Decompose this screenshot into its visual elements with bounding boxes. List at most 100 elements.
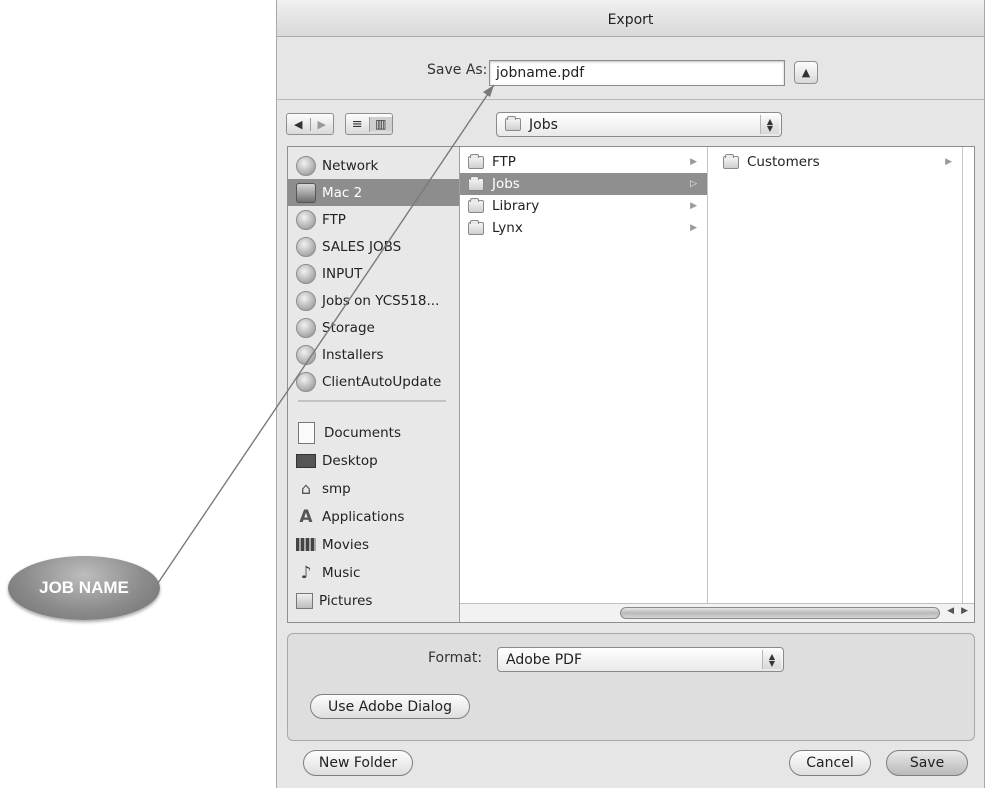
sidebar-item-label: Network bbox=[322, 157, 379, 174]
sidebar-item-sales-jobs[interactable]: SALES JOBS bbox=[288, 233, 459, 260]
list-item-label: Customers bbox=[747, 154, 820, 170]
sidebar-item-movies[interactable]: Movies bbox=[288, 531, 459, 558]
popup-stepper-icon: ▲ ▼ bbox=[760, 115, 779, 134]
sidebar-item-label: Desktop bbox=[322, 452, 378, 469]
export-dialog: Export Save As: jobname.pdf ▲ ◀ ▶ ≡ ▥ Jo… bbox=[276, 0, 985, 788]
pictures-icon bbox=[296, 592, 313, 609]
sidebar-item-pictures[interactable]: Pictures bbox=[288, 587, 459, 614]
folder-icon bbox=[468, 153, 484, 169]
sidebar-item-storage[interactable]: Storage bbox=[288, 314, 459, 341]
back-arrow-icon[interactable]: ◀ bbox=[287, 117, 311, 131]
server-globe-icon bbox=[296, 317, 316, 338]
list-item[interactable]: FTP ▶ bbox=[460, 151, 707, 173]
job-name-callout: JOB NAME bbox=[8, 556, 160, 620]
sidebar-item-label: INPUT bbox=[322, 265, 363, 282]
server-globe-icon bbox=[296, 344, 316, 365]
triangle-up-icon: ▲ bbox=[801, 66, 811, 79]
documents-icon bbox=[298, 421, 315, 444]
disclosure-arrow-icon: ▷ bbox=[690, 179, 697, 189]
sidebar-item-input[interactable]: INPUT bbox=[288, 260, 459, 287]
sidebar-item-label: Storage bbox=[322, 319, 375, 336]
separator bbox=[277, 99, 984, 100]
format-popup[interactable]: Adobe PDF ▲ ▼ bbox=[497, 647, 784, 672]
sidebar-item-label: Music bbox=[322, 564, 361, 581]
server-globe-icon bbox=[296, 290, 316, 311]
forward-arrow-icon[interactable]: ▶ bbox=[311, 118, 334, 131]
sidebar-item-mac-2[interactable]: Mac 2 bbox=[288, 179, 459, 206]
folder-icon bbox=[468, 197, 484, 213]
server-globe-icon bbox=[296, 371, 316, 392]
list-view-icon[interactable]: ≡ bbox=[346, 116, 370, 132]
folder-icon bbox=[505, 116, 521, 131]
server-globe-icon bbox=[296, 209, 316, 230]
list-item[interactable]: Customers ▶ bbox=[715, 151, 962, 173]
save-button[interactable]: Save bbox=[886, 750, 968, 776]
scrollbar-thumb[interactable] bbox=[620, 607, 940, 619]
browser-column-1: FTP ▶ Jobs ▷ Library ▶ Lynx ▶ bbox=[460, 147, 708, 603]
sidebar-item-clientautoupdate[interactable]: ClientAutoUpdate bbox=[288, 368, 459, 395]
sidebar-item-label: Documents bbox=[324, 424, 401, 441]
callout-label: JOB NAME bbox=[39, 578, 129, 597]
file-browser: Network Mac 2 FTP SALES JOBS INPUT Jobs … bbox=[287, 146, 975, 623]
network-globe-icon bbox=[296, 155, 316, 176]
sidebar-item-applications[interactable]: A Applications bbox=[288, 503, 459, 530]
server-globe-icon bbox=[296, 236, 316, 257]
browser-column-2: Customers ▶ bbox=[715, 147, 963, 603]
list-item[interactable]: Lynx ▶ bbox=[460, 217, 707, 239]
cancel-button[interactable]: Cancel bbox=[789, 750, 871, 776]
window-title: Export bbox=[607, 12, 654, 28]
folder-icon bbox=[468, 219, 484, 235]
sidebar-item-network[interactable]: Network bbox=[288, 152, 459, 179]
music-icon: ♪ bbox=[300, 562, 312, 583]
list-item[interactable]: Library ▶ bbox=[460, 195, 707, 217]
location-popup-label: Jobs bbox=[529, 116, 558, 133]
disclosure-arrow-icon: ▶ bbox=[690, 223, 697, 233]
scroll-right-arrow-icon[interactable]: ▶ bbox=[961, 606, 968, 616]
list-item[interactable]: Jobs ▷ bbox=[460, 173, 707, 195]
use-adobe-dialog-button[interactable]: Use Adobe Dialog bbox=[310, 694, 470, 719]
sidebar-item-label: Jobs on YCS518... bbox=[322, 292, 440, 309]
save-as-label: Save As: bbox=[427, 62, 488, 78]
location-popup[interactable]: Jobs ▲ ▼ bbox=[496, 112, 782, 137]
desktop-icon bbox=[296, 453, 316, 468]
sidebar-item-ftp[interactable]: FTP bbox=[288, 206, 459, 233]
disclosure-arrow-icon: ▶ bbox=[690, 201, 697, 211]
title-bar: Export bbox=[277, 0, 984, 37]
sidebar-item-label: ClientAutoUpdate bbox=[322, 373, 442, 390]
list-item-label: Lynx bbox=[492, 220, 523, 236]
sidebar-item-music[interactable]: ♪ Music bbox=[288, 559, 459, 586]
new-folder-button[interactable]: New Folder bbox=[303, 750, 413, 776]
sidebar-item-jobs-on-ycs518[interactable]: Jobs on YCS518... bbox=[288, 287, 459, 314]
sidebar-item-label: smp bbox=[322, 480, 351, 497]
collapse-button[interactable]: ▲ bbox=[794, 61, 818, 84]
list-item-label: Jobs bbox=[492, 176, 520, 192]
disclosure-arrow-icon: ▶ bbox=[945, 157, 952, 167]
folder-icon bbox=[723, 153, 739, 169]
mac-drive-icon bbox=[296, 182, 316, 203]
column-view-icon[interactable]: ▥ bbox=[369, 117, 392, 131]
sidebar-item-installers[interactable]: Installers bbox=[288, 341, 459, 368]
save-as-field[interactable]: jobname.pdf bbox=[489, 60, 785, 86]
sidebar-item-label: Mac 2 bbox=[322, 184, 363, 201]
scroll-left-arrow-icon[interactable]: ◀ bbox=[947, 606, 954, 616]
movies-icon bbox=[296, 538, 316, 551]
applications-icon: A bbox=[299, 506, 313, 527]
sidebar-item-label: Installers bbox=[322, 346, 384, 363]
format-popup-label: Adobe PDF bbox=[506, 651, 583, 668]
format-label: Format: bbox=[428, 650, 483, 666]
horizontal-scrollbar[interactable]: ◀ ▶ bbox=[460, 603, 974, 622]
folder-icon bbox=[468, 175, 484, 191]
sidebar-item-label: Applications bbox=[322, 508, 405, 525]
sidebar-item-label: Movies bbox=[322, 536, 369, 553]
sidebar-item-documents[interactable]: Documents bbox=[288, 419, 459, 446]
view-mode-group: ≡ ▥ bbox=[345, 113, 393, 135]
list-item-label: Library bbox=[492, 198, 540, 214]
disclosure-arrow-icon: ▶ bbox=[690, 157, 697, 167]
sidebar: Network Mac 2 FTP SALES JOBS INPUT Jobs … bbox=[288, 147, 460, 622]
popup-stepper-icon: ▲ ▼ bbox=[762, 650, 781, 669]
server-globe-icon bbox=[296, 263, 316, 284]
sidebar-item-label: FTP bbox=[322, 211, 346, 228]
format-options-panel: Format: Adobe PDF ▲ ▼ Use Adobe Dialog bbox=[287, 633, 975, 741]
sidebar-item-smp[interactable]: ⌂ smp bbox=[288, 475, 459, 502]
sidebar-item-desktop[interactable]: Desktop bbox=[288, 447, 459, 474]
